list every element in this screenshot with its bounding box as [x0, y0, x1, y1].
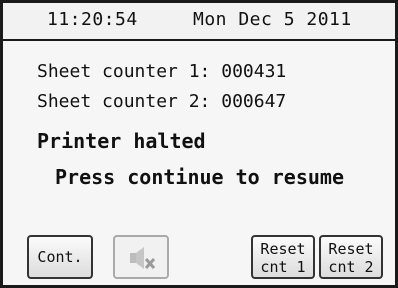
sheet-counter-2: Sheet counter 2: 000647: [37, 91, 287, 112]
reset-2-label-line2: cnt 2: [328, 258, 374, 276]
reset-counter-2-button[interactable]: Reset cnt 2: [319, 235, 383, 279]
sheet-counter-1: Sheet counter 1: 000431: [37, 61, 287, 82]
device-screen: 11:20:54 Mon Dec 5 2011 Sheet counter 1:…: [0, 0, 398, 288]
speaker-muted-icon: [130, 247, 156, 269]
status-message: Printer halted: [37, 129, 206, 153]
reset-1-label-line2: cnt 1: [260, 258, 306, 276]
resume-instruction: Press continue to resume: [55, 165, 344, 189]
current-date: Mon Dec 5 2011: [193, 9, 352, 30]
reset-counter-1-button[interactable]: Reset cnt 1: [251, 235, 315, 279]
continue-button[interactable]: Cont.: [27, 235, 93, 279]
clock-time: 11:20:54: [47, 9, 138, 30]
status-header: 11:20:54 Mon Dec 5 2011: [3, 3, 395, 41]
reset-1-label-line1: Reset: [260, 240, 306, 258]
reset-2-label-line1: Reset: [328, 240, 374, 258]
mute-button[interactable]: [113, 235, 169, 279]
